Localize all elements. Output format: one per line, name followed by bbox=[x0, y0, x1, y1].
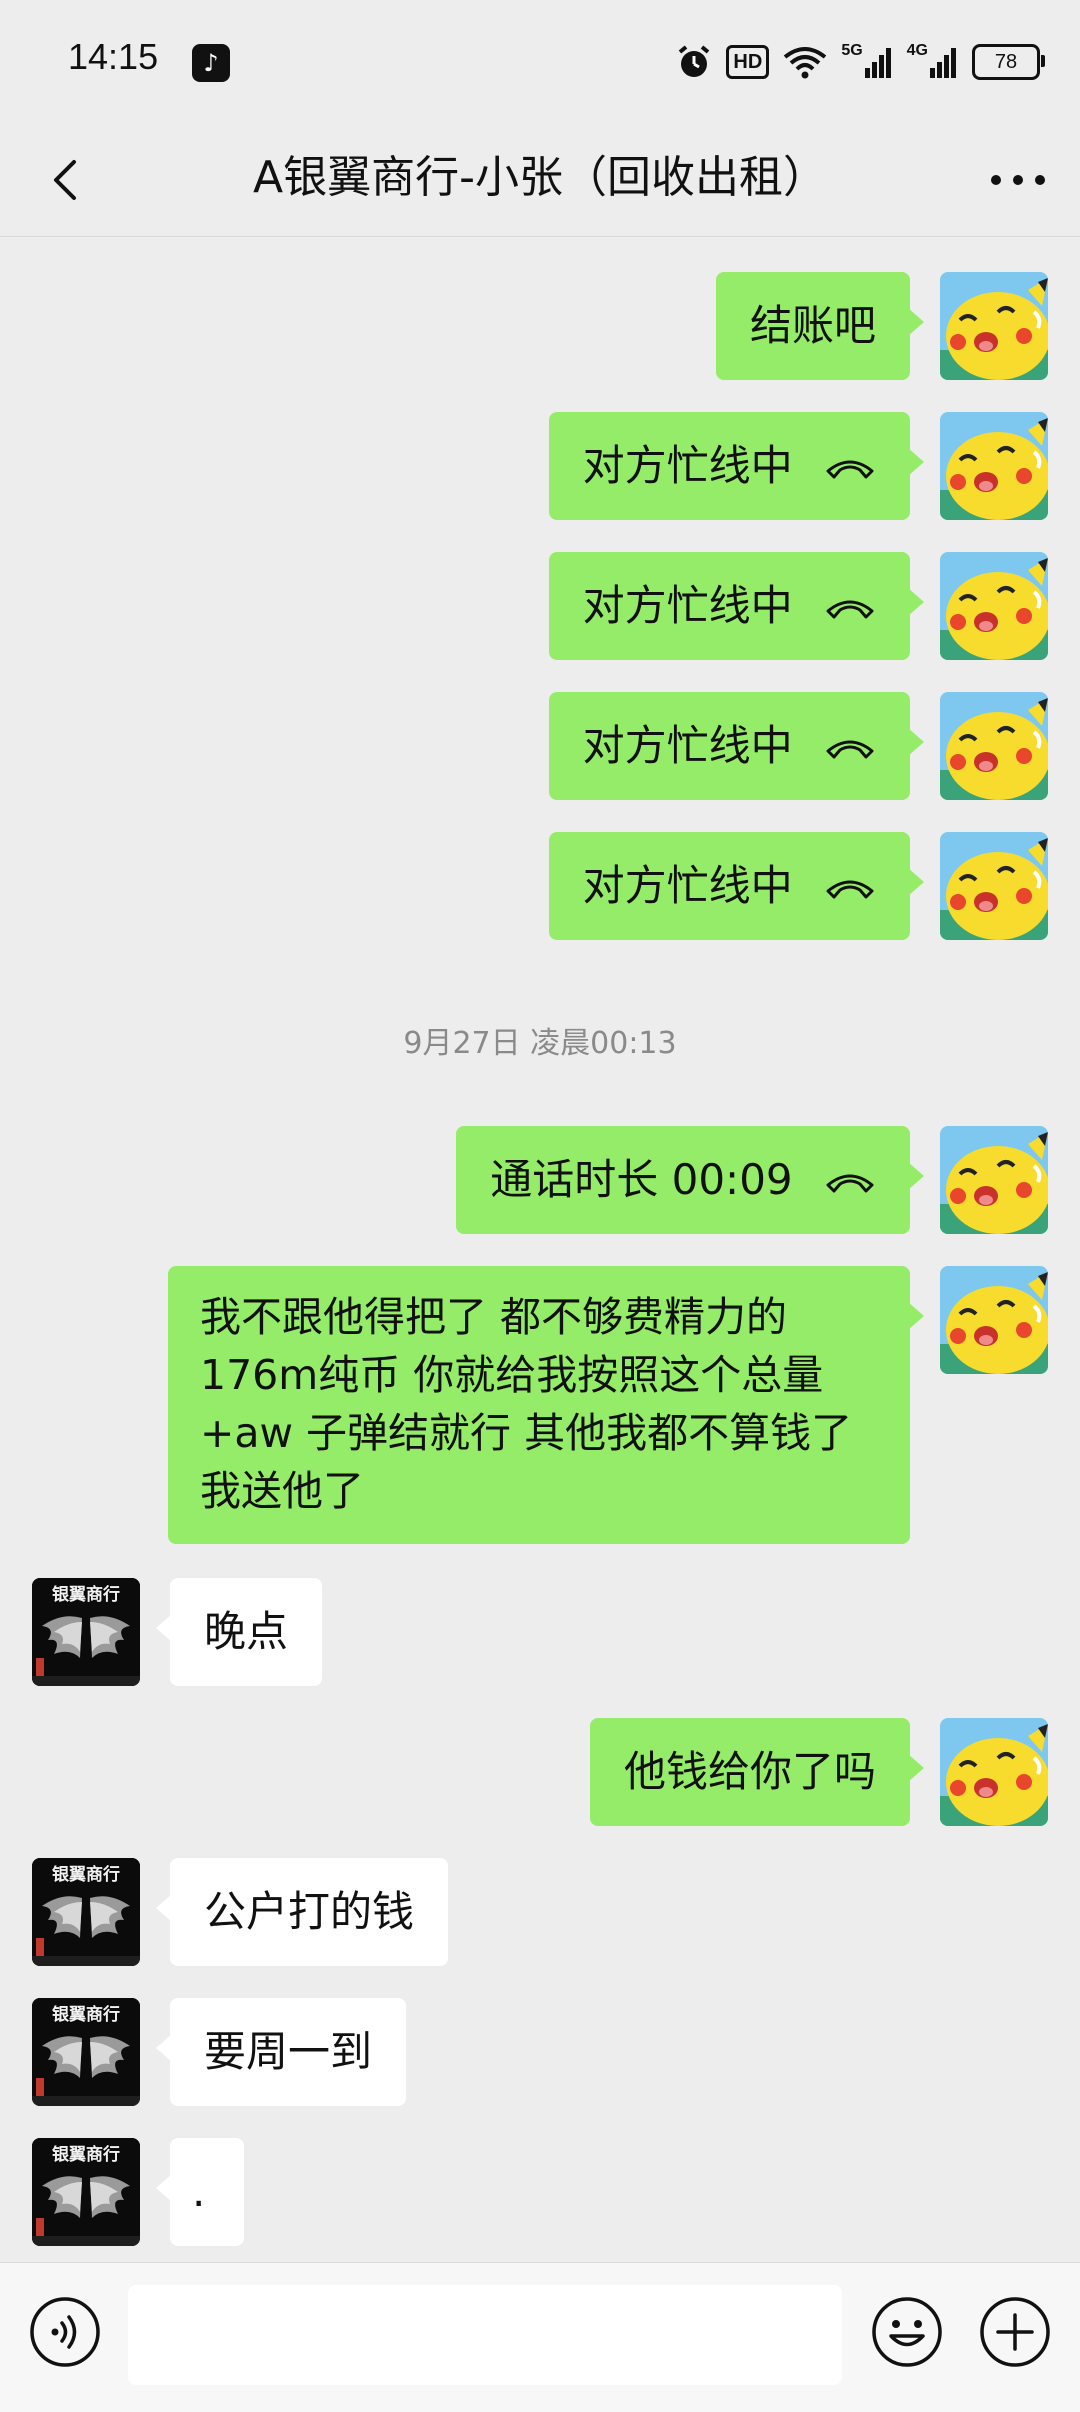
message-text: 要周一到 bbox=[204, 2027, 373, 2076]
self-avatar[interactable] bbox=[940, 552, 1048, 660]
contact-avatar[interactable]: 银翼商行 bbox=[32, 1578, 140, 1686]
wings-avatar-image: 银翼商行 bbox=[32, 2138, 140, 2246]
chat-title: A银翼商行-小张（回收出租） bbox=[253, 152, 827, 203]
message-incoming[interactable]: 晚点 bbox=[156, 1578, 323, 1686]
message-outgoing-call[interactable]: 对方忙线中 bbox=[548, 832, 924, 940]
message-incoming[interactable]: . bbox=[156, 2138, 244, 2246]
self-avatar[interactable] bbox=[940, 412, 1048, 520]
contact-avatar[interactable]: 银翼商行 bbox=[32, 1998, 140, 2106]
contact-avatar[interactable]: 银翼商行 bbox=[32, 2138, 140, 2246]
message-text: 结账吧 bbox=[749, 301, 876, 350]
self-avatar[interactable] bbox=[940, 1718, 1048, 1826]
wifi-icon bbox=[783, 42, 827, 82]
message-text: 公户打的钱 bbox=[204, 1887, 415, 1936]
wings-avatar-image: 银翼商行 bbox=[32, 1858, 140, 1966]
status-bar: 14:15 ♪ HD 5G 4G 78 bbox=[0, 0, 1080, 124]
phone-hangup-icon bbox=[826, 1174, 874, 1192]
phone-hangup-icon bbox=[826, 740, 874, 758]
input-bar bbox=[0, 2262, 1080, 2412]
battery-level: 78 bbox=[994, 50, 1018, 73]
status-icons: HD 5G 4G 78 bbox=[676, 40, 1045, 84]
avatar-label: 银翼商行 bbox=[52, 2004, 120, 2025]
message-text: . bbox=[192, 2167, 206, 2216]
net-5g-label: 5G bbox=[841, 42, 863, 59]
wings-avatar-image: 银翼商行 bbox=[32, 1578, 140, 1686]
message-outgoing[interactable]: 他钱给你了吗 bbox=[589, 1718, 924, 1826]
plus-icon bbox=[980, 2297, 1050, 2367]
message-input[interactable] bbox=[128, 2285, 842, 2385]
self-avatar[interactable] bbox=[940, 1126, 1048, 1234]
message-text: 通话时长 00:09 bbox=[490, 1155, 793, 1204]
hd-voice-icon: HD bbox=[726, 45, 770, 79]
battery-icon: 78 bbox=[972, 44, 1045, 80]
message-outgoing-call[interactable]: 对方忙线中 bbox=[548, 692, 924, 800]
net-4g-label: 4G bbox=[906, 42, 928, 59]
avatar-label: 银翼商行 bbox=[52, 1864, 120, 1885]
pikachu-avatar-image bbox=[940, 1126, 1048, 1234]
message-outgoing-call[interactable]: 通话时长 00:09 bbox=[456, 1126, 924, 1234]
emoji-button[interactable] bbox=[870, 2295, 944, 2369]
pikachu-avatar-image bbox=[940, 1266, 1048, 1374]
pikachu-avatar-image bbox=[940, 832, 1048, 940]
message-outgoing-call[interactable]: 对方忙线中 bbox=[548, 412, 924, 520]
signal-5g-icon: 5G bbox=[841, 42, 892, 82]
self-avatar[interactable] bbox=[940, 1266, 1048, 1374]
pikachu-avatar-image bbox=[940, 412, 1048, 520]
message-text: 晚点 bbox=[204, 1607, 289, 1656]
avatar-label: 银翼商行 bbox=[52, 2144, 120, 2165]
phone-hangup-icon bbox=[826, 600, 874, 618]
pikachu-avatar-image bbox=[940, 692, 1048, 800]
chat-screen: 14:15 ♪ HD 5G 4G 78 A银翼商行-小张（回收出租） 结账吧 对… bbox=[0, 0, 1080, 2412]
chat-header: A银翼商行-小张（回收出租） bbox=[0, 124, 1080, 237]
more-dots-icon bbox=[991, 175, 1045, 185]
message-incoming[interactable]: 要周一到 bbox=[156, 1998, 407, 2106]
voice-icon bbox=[30, 2297, 100, 2367]
signal-4g-icon: 4G bbox=[907, 42, 958, 82]
pikachu-avatar-image bbox=[940, 552, 1048, 660]
status-time: 14:15 bbox=[68, 36, 159, 77]
pikachu-avatar-image bbox=[940, 1718, 1048, 1826]
voice-input-button[interactable] bbox=[28, 2295, 102, 2369]
chat-timestamp: 9月27日 凌晨00:13 bbox=[403, 1026, 677, 1061]
message-text: 对方忙线中 bbox=[582, 721, 793, 770]
message-text: 我不跟他得把了 都不够费精力的 176m纯币 你就给我按照这个总量 +aw 子弹… bbox=[200, 1293, 853, 1515]
alarm-icon bbox=[676, 42, 712, 82]
self-avatar[interactable] bbox=[940, 832, 1048, 940]
contact-avatar[interactable]: 银翼商行 bbox=[32, 1858, 140, 1966]
message-outgoing[interactable]: 结账吧 bbox=[715, 272, 924, 380]
message-outgoing[interactable]: 我不跟他得把了 都不够费精力的 176m纯币 你就给我按照这个总量 +aw 子弹… bbox=[168, 1266, 924, 1544]
smiley-icon bbox=[872, 2297, 942, 2367]
phone-hangup-icon bbox=[826, 880, 874, 898]
self-avatar[interactable] bbox=[940, 692, 1048, 800]
pikachu-avatar-image bbox=[940, 272, 1048, 380]
avatar-label: 银翼商行 bbox=[52, 1584, 120, 1605]
more-functions-button[interactable] bbox=[978, 2295, 1052, 2369]
message-text: 对方忙线中 bbox=[582, 861, 793, 910]
message-text: 他钱给你了吗 bbox=[623, 1747, 876, 1796]
tiktok-icon: ♪ bbox=[192, 44, 230, 82]
wings-avatar-image: 银翼商行 bbox=[32, 1998, 140, 2106]
message-text: 对方忙线中 bbox=[582, 441, 793, 490]
phone-hangup-icon bbox=[826, 460, 874, 478]
message-outgoing-call[interactable]: 对方忙线中 bbox=[548, 552, 924, 660]
message-incoming[interactable]: 公户打的钱 bbox=[156, 1858, 449, 1966]
message-text: 对方忙线中 bbox=[582, 581, 793, 630]
self-avatar[interactable] bbox=[940, 272, 1048, 380]
more-button[interactable] bbox=[986, 158, 1050, 202]
